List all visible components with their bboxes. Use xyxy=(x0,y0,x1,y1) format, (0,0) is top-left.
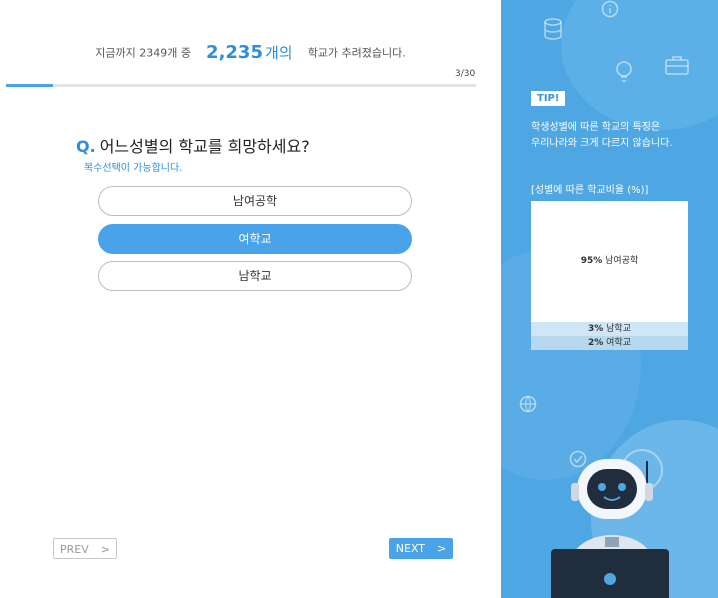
prev-button[interactable]: PREV > xyxy=(53,538,117,559)
prev-label: PREV xyxy=(60,543,89,556)
summary-prefix: 지금까지 2349개 중 xyxy=(95,46,191,60)
remaining-count: 2,235 xyxy=(206,42,263,63)
ratio-chart: 95% 남여공학 3% 남학교 2% 여학교 xyxy=(531,201,688,350)
tip-badge: TIP! xyxy=(531,91,566,106)
chart-title: [성별에 따른 학교비율 (%)] xyxy=(531,185,649,196)
chart-category-label: 남학교 xyxy=(603,324,631,334)
tip-panel: TIP! 학생성별에 따른 학교의 특징은 우리나라와 크게 다르지 않습니다.… xyxy=(501,0,718,598)
next-button[interactable]: NEXT > xyxy=(389,538,453,559)
question-text: 어느성별의 학교를 희망하세요? xyxy=(99,137,310,156)
briefcase-icon xyxy=(665,56,689,75)
tip-line: 학생성별에 따른 학교의 특징은 xyxy=(531,122,661,133)
question-title: Q. 어느성별의 학교를 희망하세요? xyxy=(76,133,310,157)
next-label: NEXT xyxy=(395,542,426,555)
option-boys-school[interactable]: 남학교 xyxy=(98,261,412,291)
chart-category-label: 여학교 xyxy=(603,338,631,348)
chart-bar-0: 95% 남여공학 xyxy=(531,201,688,322)
progress-fill xyxy=(6,84,53,87)
chart-value-label: 2% xyxy=(588,338,604,348)
filter-summary: 지금까지 2349개 중 2,235 개의 학교가 추려졌습니다. xyxy=(0,42,501,63)
globe-icon xyxy=(519,395,537,413)
tip-line: 우리나라와 크게 다르지 않습니다. xyxy=(531,138,673,149)
chart-bar-2: 2% 여학교 xyxy=(531,336,688,350)
progress-bar xyxy=(6,84,476,87)
summary-suffix: 학교가 추려졌습니다. xyxy=(307,46,406,60)
decor-blob xyxy=(561,0,718,130)
main-panel: 지금까지 2349개 중 2,235 개의 학교가 추려졌습니다. 3/30 Q.… xyxy=(0,0,501,598)
tip-text: 학생성별에 따른 학교의 특징은 우리나라와 크게 다르지 않습니다. xyxy=(531,120,711,152)
chart-bar-1: 3% 남학교 xyxy=(531,322,688,336)
robot-illustration xyxy=(551,449,669,598)
step-indicator: 3/30 xyxy=(455,69,476,79)
option-girls-school[interactable]: 여학교 xyxy=(98,224,412,254)
lightbulb-icon xyxy=(616,61,632,82)
info-icon xyxy=(601,0,619,18)
count-unit: 개의 xyxy=(264,44,293,62)
chart-category-label: 남여공학 xyxy=(602,256,639,266)
option-coed[interactable]: 남여공학 xyxy=(98,186,412,216)
chevron-right-icon: > xyxy=(437,542,447,555)
chevron-right-icon: > xyxy=(100,543,110,556)
database-icon xyxy=(544,18,562,40)
question-marker: Q. xyxy=(76,137,96,156)
question-hint: 복수선택이 가능합니다. xyxy=(84,163,183,174)
chart-value-label: 95% xyxy=(580,256,603,266)
chart-value-label: 3% xyxy=(588,324,604,334)
